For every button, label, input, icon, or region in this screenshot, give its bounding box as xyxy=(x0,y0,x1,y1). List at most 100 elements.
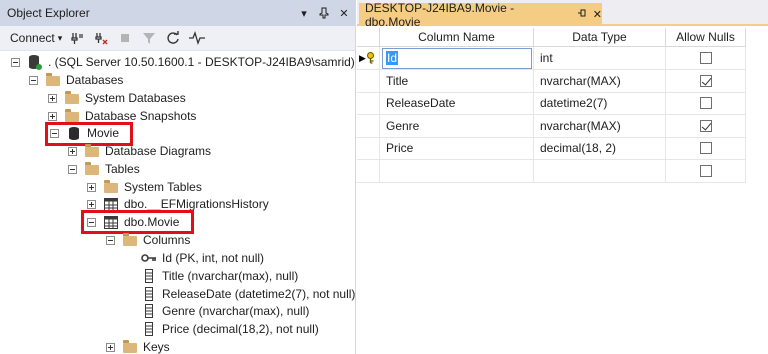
tab-dbo-movie-designer[interactable]: DESKTOP-J24IBA9.Movie - dbo.Movie ✕ xyxy=(359,1,602,29)
tree-node-system-tables[interactable]: System Tables xyxy=(87,178,202,196)
pin-icon[interactable] xyxy=(316,5,332,21)
allow-nulls-cell xyxy=(666,69,746,93)
tree-node-server[interactable]: . (SQL Server 10.50.1600.1 - DESKTOP-J24… xyxy=(11,53,355,71)
folder-icon xyxy=(122,339,138,354)
tree-label: Id (PK, int, not null) xyxy=(162,251,265,265)
disconnect-icon[interactable] xyxy=(92,29,110,47)
column-name-text: Id xyxy=(386,51,399,65)
expand-icon[interactable] xyxy=(106,342,115,352)
row-selector[interactable] xyxy=(357,69,380,93)
activity-monitor-icon[interactable] xyxy=(188,29,206,47)
object-explorer-titlebar: Object Explorer ▾ ✕ xyxy=(0,0,355,26)
tree-node-column-releasedate[interactable]: ReleaseDate (datetime2(7), not null) xyxy=(125,285,355,303)
window-position-dropdown-icon[interactable]: ▾ xyxy=(296,5,312,21)
allow-nulls-checkbox[interactable] xyxy=(699,52,712,64)
column-icon xyxy=(141,268,157,284)
column-name-text: Price xyxy=(386,141,414,155)
column-name-cell[interactable] xyxy=(380,159,534,183)
data-type-cell[interactable]: int xyxy=(534,47,666,70)
tree-label: Database Diagrams xyxy=(105,144,212,158)
tree-node-column-title[interactable]: Title (nvarchar(max), null) xyxy=(125,267,298,285)
current-row-arrow-icon: ▶ xyxy=(359,52,366,63)
allow-nulls-checkbox[interactable] xyxy=(699,97,712,109)
data-type-text: nvarchar(MAX) xyxy=(540,118,621,133)
tree-label: . (SQL Server 10.50.1600.1 - DESKTOP-J24… xyxy=(48,55,355,69)
data-type-text: decimal(18, 2) xyxy=(540,141,617,155)
tree-node-column-price[interactable]: Price (decimal(18,2), not null) xyxy=(125,320,319,338)
connect-object-icon[interactable] xyxy=(68,29,86,47)
object-explorer-title: Object Explorer xyxy=(7,6,90,20)
data-type-cell[interactable] xyxy=(534,159,666,183)
refresh-icon[interactable] xyxy=(164,29,182,47)
collapse-icon[interactable] xyxy=(68,164,77,174)
collapse-icon[interactable] xyxy=(11,57,20,67)
tree-node-columns[interactable]: Columns xyxy=(106,231,190,249)
tree-label: Tables xyxy=(105,162,140,176)
column-icon xyxy=(141,303,157,319)
allow-nulls-checkbox[interactable] xyxy=(699,119,712,132)
tree-label: Database Snapshots xyxy=(85,109,197,123)
object-explorer-tree: . (SQL Server 10.50.1600.1 - DESKTOP-J24… xyxy=(0,51,355,354)
allow-nulls-checkbox[interactable] xyxy=(699,142,712,154)
tree-label: Keys xyxy=(143,340,170,354)
allow-nulls-cell xyxy=(666,137,746,160)
tree-node-keys[interactable]: Keys xyxy=(106,338,170,354)
row-selector[interactable]: ▶ xyxy=(357,47,380,70)
data-type-cell[interactable]: decimal(18, 2) xyxy=(534,137,666,160)
table-designer-grid: Column Name Data Type Allow Nulls ▶ Id int… xyxy=(357,28,768,354)
document-tab-strip: DESKTOP-J24IBA9.Movie - dbo.Movie ✕ xyxy=(357,0,768,29)
column-name-cell[interactable]: Genre xyxy=(380,114,534,138)
expand-icon[interactable] xyxy=(48,111,57,121)
tree-label: Columns xyxy=(143,233,191,247)
connect-button[interactable]: Connect ▾ xyxy=(10,31,62,45)
row-selector[interactable] xyxy=(357,114,380,138)
tree-label: System Databases xyxy=(85,91,186,105)
chevron-down-icon: ▾ xyxy=(57,32,63,43)
column-name-cell[interactable]: ReleaseDate xyxy=(380,92,534,115)
expand-icon[interactable] xyxy=(87,182,96,192)
close-tab-icon[interactable]: ✕ xyxy=(593,8,602,21)
tree-node-system-databases[interactable]: System Databases xyxy=(48,89,186,107)
data-type-text: nvarchar(MAX) xyxy=(540,73,621,88)
collapse-icon[interactable] xyxy=(106,235,115,245)
row-selector[interactable] xyxy=(357,159,380,183)
primary-key-icon xyxy=(366,52,374,64)
data-type-cell[interactable]: nvarchar(MAX) xyxy=(534,114,666,138)
data-type-cell[interactable]: nvarchar(MAX) xyxy=(534,69,666,93)
close-icon[interactable]: ✕ xyxy=(336,5,352,21)
filter-icon[interactable] xyxy=(140,29,158,47)
data-type-text: datetime2(7) xyxy=(540,96,608,110)
tree-label: dbo.__EFMigrationsHistory xyxy=(124,197,269,211)
column-name-cell[interactable]: Title xyxy=(380,69,534,93)
row-selector[interactable] xyxy=(357,137,380,160)
tree-node-databases[interactable]: Databases xyxy=(29,71,123,89)
column-name-cell[interactable]: Id xyxy=(380,47,534,70)
tree-node-database-diagrams[interactable]: Database Diagrams xyxy=(68,142,211,160)
folder-icon xyxy=(103,179,119,195)
expand-icon[interactable] xyxy=(68,146,77,156)
tree-node-column-id[interactable]: Id (PK, int, not null) xyxy=(125,249,264,267)
pin-icon[interactable] xyxy=(577,8,587,21)
allow-nulls-checkbox[interactable] xyxy=(699,164,712,177)
column-header-type: Data Type xyxy=(534,28,666,47)
expand-icon[interactable] xyxy=(48,93,57,103)
allow-nulls-cell xyxy=(666,47,746,70)
collapse-icon[interactable] xyxy=(29,75,38,85)
row-selector-header xyxy=(357,28,380,47)
server-icon xyxy=(27,54,43,70)
column-header-allow-nulls: Allow Nulls xyxy=(666,28,746,47)
column-name-edit-box[interactable] xyxy=(382,48,532,69)
row-selector[interactable] xyxy=(357,92,380,115)
tree-node-column-genre[interactable]: Genre (nvarchar(max), null) xyxy=(125,302,309,320)
object-explorer-toolbar: Connect ▾ xyxy=(0,26,355,51)
tree-node-tables[interactable]: Tables xyxy=(68,160,140,178)
tree-label: Databases xyxy=(66,73,124,87)
allow-nulls-cell xyxy=(666,92,746,115)
expand-icon[interactable] xyxy=(87,199,96,209)
column-icon xyxy=(141,321,157,337)
allow-nulls-checkbox[interactable] xyxy=(699,74,712,87)
tree-label: Price (decimal(18,2), not null) xyxy=(162,322,319,336)
data-type-cell[interactable]: datetime2(7) xyxy=(534,92,666,115)
column-name-cell[interactable]: Price xyxy=(380,137,534,160)
stop-icon[interactable] xyxy=(116,29,134,47)
